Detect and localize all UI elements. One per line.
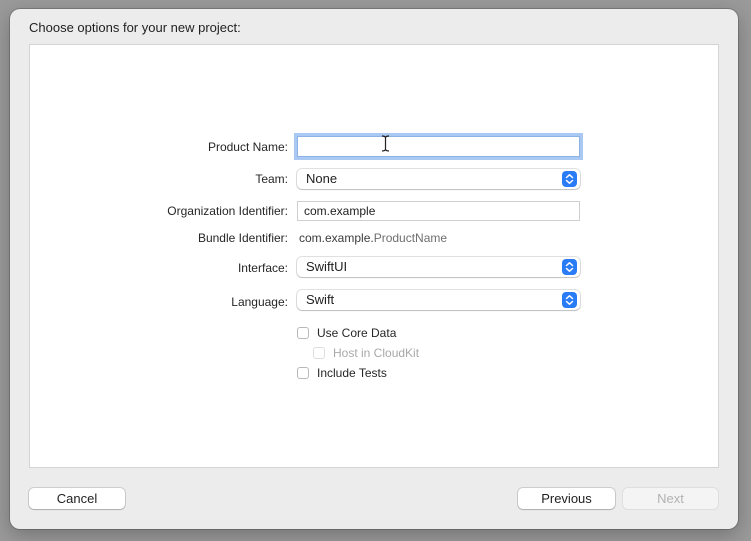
organization-identifier-input[interactable]: [297, 201, 580, 221]
team-label: Team:: [255, 172, 288, 186]
include-tests-checkbox[interactable]: Include Tests: [297, 366, 387, 380]
use-core-data-label: Use Core Data: [317, 326, 397, 340]
checkbox-box[interactable]: [297, 327, 309, 339]
team-popup[interactable]: None: [297, 169, 580, 189]
previous-button[interactable]: Previous: [518, 488, 615, 509]
host-in-cloudkit-checkbox: Host in CloudKit: [313, 346, 419, 360]
next-button[interactable]: Next: [623, 488, 718, 509]
bundle-identifier-suffix: ProductName: [373, 231, 448, 245]
organization-identifier-label: Organization Identifier:: [167, 204, 288, 218]
interface-label: Interface:: [237, 261, 288, 275]
product-name-input[interactable]: [297, 136, 580, 157]
dialog-title: Choose options for your new project:: [29, 20, 241, 35]
chevron-up-down-icon: [562, 171, 577, 187]
checkbox-box[interactable]: [297, 367, 309, 379]
chevron-up-down-icon: [562, 259, 577, 275]
i-beam-cursor-icon: [381, 135, 390, 152]
chevron-up-down-icon: [562, 292, 577, 308]
language-label: Language:: [231, 295, 288, 309]
product-name-label: Product Name:: [207, 140, 288, 154]
interface-popup[interactable]: SwiftUI: [297, 257, 580, 277]
checkbox-box: [313, 347, 325, 359]
language-popup[interactable]: Swift: [297, 290, 580, 310]
host-in-cloudkit-label: Host in CloudKit: [333, 346, 420, 360]
bundle-identifier-prefix: com.example.: [299, 231, 374, 245]
new-project-dialog: Choose options for your new project: Pro…: [10, 9, 738, 529]
include-tests-label: Include Tests: [317, 366, 387, 380]
interface-value: SwiftUI: [306, 259, 348, 274]
options-panel: Product Name: Team: None Organization Id…: [29, 44, 719, 468]
bundle-identifier-label: Bundle Identifier:: [197, 231, 288, 245]
use-core-data-checkbox[interactable]: Use Core Data: [297, 326, 396, 340]
team-value: None: [306, 171, 338, 186]
language-value: Swift: [306, 292, 335, 307]
cancel-button[interactable]: Cancel: [29, 488, 125, 509]
bundle-identifier-value: com.example.ProductName: [299, 231, 447, 245]
